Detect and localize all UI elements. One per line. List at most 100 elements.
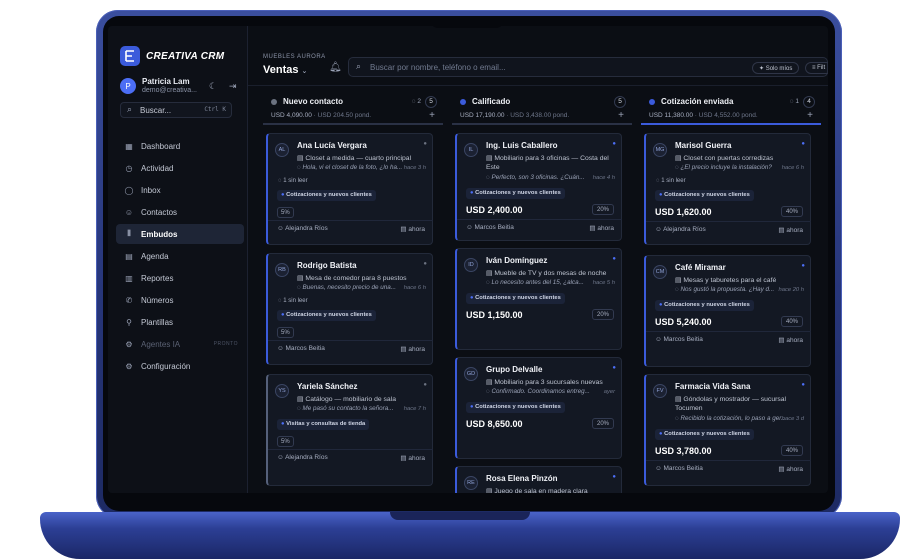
deal-title: Closet con puertas corredizas (683, 155, 774, 162)
chat-icon: ◯ (124, 185, 134, 195)
only-mine-label: Solo míos (765, 66, 793, 72)
deal-card[interactable]: MG Marisol Guerra ● ▤ Closet con puertas co… (644, 133, 811, 245)
contact-avatar: CM (653, 265, 667, 279)
deal-title: Juego de sala en madera clara (494, 488, 588, 493)
status-dot (271, 98, 277, 105)
deal-updated: ▤ ahora (400, 454, 425, 462)
last-message-text: Recibido la cotización, lo paso a ger... (680, 415, 786, 422)
sidebar-item-inbox[interactable]: ◯ Inbox (116, 180, 244, 200)
only-mine-toggle[interactable]: ✦ Solo míos (752, 62, 800, 74)
deal-card[interactable]: RE Rosa Elena Pinzón ● ▤ Juego de sala en m… (455, 466, 622, 493)
column-header: Cotización enviada USD 11,380.00 · USD 4,… (641, 91, 821, 125)
sidebar-item-agenda[interactable]: ▤ Agenda (116, 246, 244, 266)
status-dot (649, 98, 655, 105)
status-indicator-icon: ● (801, 263, 805, 269)
column-total: USD 4,090.00 · USD 204.50 pond. (271, 112, 371, 119)
updated-text: ahora (597, 225, 614, 232)
column-title: Cotización enviada (649, 97, 733, 106)
last-message: ◌ Hola, vi el closet de la foto, ¿lo ha.… (297, 164, 407, 171)
deal-card[interactable]: RB Rodrigo Batista ● ▤ Mesa de comedor para… (266, 253, 433, 365)
message-time: hace 5 h (592, 280, 615, 286)
user-profile[interactable]: P Patricia Lam demo@creativa... ☾ ⇥ (120, 76, 242, 98)
deal-card[interactable]: ID Iván Domínguez ● ▤ Mueble de TV y dos me… (455, 248, 622, 350)
sidebar-item-embudos[interactable]: ⫴ Embudos (116, 224, 244, 244)
sidebar-item-label: Agenda (141, 251, 169, 261)
funnel-icon: ⫴ (127, 229, 131, 238)
column-weighted: · USD 204.50 pond. (313, 112, 372, 119)
laptop-frame: CREATIVA CRM P Patricia Lam demo@creativ… (0, 0, 900, 559)
deal-updated: ▤ ahora (778, 226, 803, 234)
add-card-button[interactable]: + (429, 110, 435, 121)
sidebar-item-plantillas[interactable]: ⚲ Plantillas (116, 312, 244, 332)
bell-icon[interactable]: 🔔︎ (329, 62, 342, 73)
sidebar-item-dashboard[interactable]: ▦ Dashboard (116, 136, 244, 156)
deal-card[interactable]: CM Café Miramar ● ▤ Mesas y taburetes para … (644, 255, 811, 367)
app-screen: CREATIVA CRM P Patricia Lam demo@creativ… (108, 26, 828, 493)
sidebar-item-actividad[interactable]: ◷ Actividad (116, 158, 244, 178)
sidebar-item-label: Contactos (141, 207, 178, 217)
brand[interactable]: CREATIVA CRM (120, 46, 224, 66)
search-input[interactable]: Buscar por nombre, teléfono o email... (370, 63, 506, 72)
filter-button[interactable]: ≡ Filt (805, 62, 828, 74)
add-card-button[interactable]: + (807, 110, 813, 121)
deal-card[interactable]: GD Grupo Delvalle ● ▤ Mobiliario para 3 suc… (455, 357, 622, 459)
sidebar-item-label: Agentes IA (141, 339, 181, 349)
unread-text: 1 sin leer (661, 178, 686, 184)
unread-indicator: ◌ 1 sin leer (278, 178, 308, 184)
deal-title: Mueble de TV y dos mesas de noche (494, 270, 607, 277)
deal-amount: USD 5,240.00 (655, 317, 712, 327)
kanban-column: Cotización enviada USD 11,380.00 · USD 4,… (641, 91, 821, 493)
status-indicator-icon: ● (423, 382, 427, 388)
deal-card[interactable]: IL Ing. Luis Caballero ● ▤ Mobiliario para … (455, 133, 622, 241)
stage-tag: ● Cotizaciones y nuevos clientes (466, 402, 565, 413)
sidebar-item-contactos[interactable]: ☺ Contactos (116, 202, 244, 222)
search-icon: ⌕ (356, 61, 362, 71)
sidebar-item-label: Actividad (141, 163, 174, 173)
message-time: ayer (603, 389, 615, 395)
deal-owner: ☺ Alejandra Ríos (655, 226, 706, 233)
sidebar-item-configuracin[interactable]: ⚙ Configuración (116, 356, 244, 376)
tag-label: Cotizaciones y nuevos clientes (664, 431, 750, 437)
deal-updated: ▤ ahora (589, 224, 614, 232)
column-count-badge: 5 (425, 96, 437, 108)
last-message-text: Lo necesito antes del 15, ¿alca... (491, 279, 584, 286)
message-time: hace 6 h (403, 285, 426, 291)
contact-name: Rodrigo Batista (297, 261, 357, 270)
sidebar-search[interactable]: ⌕ Buscar... Ctrl K (120, 102, 232, 118)
deal-card[interactable]: AL Ana Lucía Vergara ● ▤ Closet a medida — … (266, 133, 433, 245)
sidebar-item-reportes[interactable]: ▥ Reportes (116, 268, 244, 288)
global-search[interactable]: ⌕ Buscar por nombre, teléfono o email...… (348, 57, 828, 77)
sidebar-item-label: Plantillas (141, 317, 174, 327)
sidebar-item-nmeros[interactable]: ✆ Números (116, 290, 244, 310)
contact-name: Iván Domínguez (486, 256, 548, 265)
unread-text: 1 sin leer (283, 298, 308, 304)
deal-description: ▤ Góndolas y mostrador — sucursal (675, 395, 815, 403)
user-name: Patricia Lam (142, 77, 190, 86)
contact-name: Ing. Luis Caballero (486, 141, 558, 150)
tag-label: Cotizaciones y nuevos clientes (664, 192, 750, 198)
owner-name: Alejandra Ríos (663, 226, 706, 233)
sidebar-search-label: Buscar... (140, 106, 172, 115)
kanban-column: Nuevo contacto USD 4,090.00 · USD 204.50 … (263, 91, 443, 493)
probability-badge: 40% (780, 316, 803, 327)
last-message-text: Confirmado. Coordinamos entreg... (491, 388, 590, 395)
deal-title: Catálogo — mobiliario de sala (305, 396, 396, 403)
chat-count: ◌ 2 (412, 98, 421, 105)
chat-count-value: 1 (795, 98, 799, 105)
deal-owner: ☺ Marcos Beitia (655, 465, 703, 472)
funnel-selector[interactable]: Ventas ⌄ (263, 64, 307, 76)
deal-description: ▤ Mesa de comedor para 8 puestos (297, 274, 437, 282)
deal-card[interactable]: FV Farmacia Vida Sana ● ▤ Góndolas y mostra… (644, 374, 811, 486)
deal-card[interactable]: YS Yariela Sánchez ● ▤ Catálogo — mobiliari… (266, 374, 433, 486)
user-icon: ☺ (277, 225, 286, 232)
status-indicator-icon: ● (423, 261, 427, 267)
search-icon: ⌕ (127, 104, 133, 114)
moon-icon[interactable]: ☾ (209, 81, 217, 92)
funnel-name: Ventas (263, 64, 299, 76)
sidebar-item-agentesia[interactable]: ⚙ Agentes IA PRONTO (116, 334, 244, 354)
logout-icon[interactable]: ⇥ (229, 81, 237, 92)
add-card-button[interactable]: + (618, 110, 624, 121)
last-message: ◌ Nos gustó la propuesta. ¿Hay d... (675, 286, 785, 293)
updated-text: ahora (786, 227, 803, 234)
deal-description: ▤ Mobiliario para 3 oficinas — Costa del (486, 154, 626, 162)
